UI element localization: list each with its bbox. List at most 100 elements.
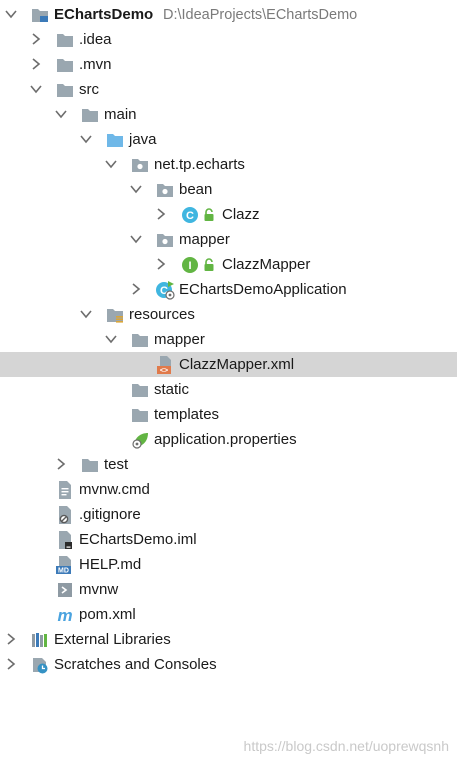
chevron-down-icon[interactable] [128, 180, 144, 198]
tree-item-label: ClazzMapper [222, 256, 311, 273]
tree-row-bean[interactable]: bean [0, 177, 457, 202]
folder-icon [130, 330, 150, 350]
tree-row-src[interactable]: src [0, 77, 457, 102]
chevron-down-icon[interactable] [128, 230, 144, 248]
tree-item-label: resources [129, 306, 195, 323]
tree-item-label: .idea [79, 31, 112, 48]
libraries-icon [30, 630, 50, 650]
tree-row-java[interactable]: java [0, 127, 457, 152]
scratches-icon [30, 655, 50, 675]
tree-item-label: mapper [154, 331, 205, 348]
chevron-down-icon[interactable] [78, 305, 94, 323]
tree-item-label: External Libraries [54, 631, 171, 648]
spring-properties-icon [130, 430, 150, 450]
tree-row-echartsdemo-iml[interactable]: EChartsDemo.iml [0, 527, 457, 552]
package-icon [155, 230, 175, 250]
chevron-down-icon[interactable] [28, 80, 44, 98]
tree-item-label: EChartsDemo [54, 6, 154, 23]
chevron-down-icon[interactable] [103, 330, 119, 348]
svg-text:I: I [188, 260, 191, 272]
tree-item-label: pom.xml [79, 606, 136, 623]
maven-icon: m [55, 605, 75, 625]
tree-row-mvnw-cmd[interactable]: mvnw.cmd [0, 477, 457, 502]
svg-text:MD: MD [58, 568, 69, 575]
tree-row-clazzmapper[interactable]: I ClazzMapper [0, 252, 457, 277]
tree-item-label: application.properties [154, 431, 297, 448]
folder-icon [80, 455, 100, 475]
tree-row-clazzmapper-xml[interactable]: <> ClazzMapper.xml [0, 352, 457, 377]
tree-item-label: mapper [179, 231, 230, 248]
xml-file-icon: <> [155, 355, 175, 375]
chevron-right-icon[interactable] [153, 255, 169, 273]
tree-row-echartsdemo[interactable]: EChartsDemo D:\IdeaProjects\EChartsDemo [0, 2, 457, 27]
tree-item-label: mvnw [79, 581, 119, 598]
tree-row-application-properties[interactable]: application.properties [0, 427, 457, 452]
folder-icon [80, 105, 100, 125]
class-icon: C [180, 205, 200, 225]
folder-icon [130, 405, 150, 425]
chevron-right-icon[interactable] [153, 205, 169, 223]
chevron-right-icon[interactable] [3, 655, 19, 673]
tree-item-label: static [154, 381, 190, 398]
svg-text:<>: <> [160, 368, 168, 375]
tree-row-mvnw[interactable]: mvnw [0, 577, 457, 602]
source-folder-icon [105, 130, 125, 150]
chevron-right-icon[interactable] [128, 280, 144, 298]
tree-row-mapper[interactable]: mapper [0, 227, 457, 252]
gitignore-file-icon [55, 505, 75, 525]
tree-item-label: Clazz [222, 206, 260, 223]
spring-boot-class-icon: C [155, 280, 175, 300]
tree-row-gitignore[interactable]: .gitignore [0, 502, 457, 527]
tree-row-help-md[interactable]: MD HELP.md [0, 552, 457, 577]
tree-item-label: net.tp.echarts [154, 156, 245, 173]
package-icon [155, 180, 175, 200]
svg-text:C: C [186, 210, 194, 222]
tree-item-label: java [129, 131, 157, 148]
tree-row-external-libraries[interactable]: External Libraries [0, 627, 457, 652]
tree-item-label: .mvn [79, 56, 112, 73]
interface-icon: I [180, 255, 200, 275]
watermark: https://blog.csdn.net/uoprewqsnh [243, 738, 449, 754]
tree-row-clazz[interactable]: C Clazz [0, 202, 457, 227]
tree-item-label: ClazzMapper.xml [179, 356, 295, 373]
tree-row-idea[interactable]: .idea [0, 27, 457, 52]
shell-script-icon [55, 580, 75, 600]
chevron-right-icon[interactable] [28, 55, 44, 73]
tree-row-net-tp-echarts[interactable]: net.tp.echarts [0, 152, 457, 177]
chevron-right-icon[interactable] [28, 30, 44, 48]
tree-item-label: templates [154, 406, 220, 423]
tree-item-label: test [104, 456, 129, 473]
tree-row-resources[interactable]: resources [0, 302, 457, 327]
resources-folder-icon [105, 305, 125, 325]
tree-row-mapper[interactable]: mapper [0, 327, 457, 352]
tree-row-templates[interactable]: templates [0, 402, 457, 427]
folder-icon [130, 380, 150, 400]
markdown-file-icon: MD [55, 555, 75, 575]
tree-row-test[interactable]: test [0, 452, 457, 477]
tree-row-mvn[interactable]: .mvn [0, 52, 457, 77]
project-path: D:\IdeaProjects\EChartsDemo [163, 7, 358, 23]
folder-icon [55, 55, 75, 75]
tree-item-label: EChartsDemo.iml [79, 531, 197, 548]
tree-row-main[interactable]: main [0, 102, 457, 127]
chevron-right-icon[interactable] [53, 455, 69, 473]
chevron-down-icon[interactable] [3, 5, 19, 23]
tree-item-label: src [79, 81, 99, 98]
project-folder-icon [30, 5, 50, 25]
tree-row-pom-xml[interactable]: m pom.xml [0, 602, 457, 627]
tree-row-static[interactable]: static [0, 377, 457, 402]
tree-row-scratches-and-consoles[interactable]: Scratches and Consoles [0, 652, 457, 677]
chevron-down-icon[interactable] [103, 155, 119, 173]
svg-text:m: m [57, 606, 72, 625]
chevron-down-icon[interactable] [53, 105, 69, 123]
folder-icon [55, 30, 75, 50]
tree-item-label: main [104, 106, 137, 123]
tree-item-label: bean [179, 181, 213, 198]
chevron-down-icon[interactable] [78, 130, 94, 148]
tree-row-echartsdemoapplication[interactable]: C EChartsDemoApplication [0, 277, 457, 302]
lock-icon [202, 208, 222, 228]
chevron-right-icon[interactable] [3, 630, 19, 648]
text-file-icon [55, 480, 75, 500]
tree-item-label: mvnw.cmd [79, 481, 150, 498]
tree-item-label: .gitignore [79, 506, 141, 523]
